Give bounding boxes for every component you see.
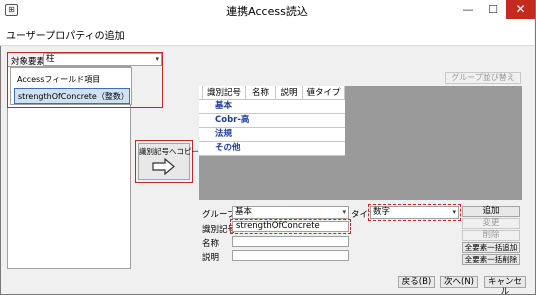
change-button[interactable]: 変更 (462, 218, 520, 229)
delete-all-button[interactable]: 全要素一括削除 (462, 254, 520, 265)
minimize-icon[interactable]: — (456, 1, 480, 19)
field-list-item-label: strengthOfConcrete（整数） (18, 92, 129, 101)
desc-label: 説明 (202, 253, 220, 263)
next-button[interactable]: 次へ(N) (440, 276, 478, 288)
page-title: ユーザープロパティの追加 (6, 31, 125, 42)
window-title: 連携Access読込 (226, 5, 308, 18)
back-button[interactable]: 戻る(B) (398, 276, 435, 288)
grid-header-id[interactable]: 識別記号 (203, 86, 246, 100)
target-element-select[interactable]: 柱 ▾ (43, 53, 162, 66)
chevron-down-icon: ▾ (452, 208, 456, 216)
chevron-down-icon: ▾ (342, 208, 346, 216)
group-select-value: 基本 (235, 207, 253, 217)
grid-row-group[interactable]: Cobr-高 (199, 114, 345, 128)
grid-header-desc[interactable]: 説明 (276, 86, 303, 100)
group-select[interactable]: 基本 ▾ (232, 206, 349, 219)
cancel-button[interactable]: キャンセル (484, 276, 526, 295)
name-label: 名称 (202, 239, 220, 249)
target-element-label: 対象要素 (11, 57, 46, 67)
close-icon[interactable]: ✕ (506, 0, 535, 19)
grid-row-group[interactable]: 基本 (199, 100, 345, 114)
delete-button[interactable]: 削除 (462, 230, 520, 241)
group-reorder-button[interactable]: グループ並び替え (445, 72, 521, 84)
grid-row-group[interactable]: 法規 (199, 128, 345, 142)
type-select[interactable]: 数字 ▾ (370, 206, 459, 219)
target-element-value: 柱 (46, 54, 55, 64)
copy-to-id-label: 識別記号へコピー (139, 147, 199, 156)
maximize-icon[interactable]: ☐ (481, 1, 505, 19)
chevron-down-icon: ▾ (155, 55, 159, 63)
add-button[interactable]: 追加 (462, 206, 520, 217)
type-select-value: 数字 (373, 207, 391, 217)
arrow-right-icon (152, 157, 175, 176)
id-input[interactable]: strengthOfConcrete (232, 221, 349, 232)
grid-header-type[interactable]: 値タイプ (303, 86, 345, 100)
copy-to-id-button[interactable]: 識別記号へコピー (138, 143, 199, 180)
name-input[interactable] (232, 236, 349, 247)
desc-input[interactable] (232, 250, 349, 261)
add-all-button[interactable]: 全要素一括追加 (462, 242, 520, 253)
grid-row-group[interactable]: その他 (199, 142, 345, 156)
field-list-title: Accessフィールド項目 (17, 75, 101, 84)
grid-header-name[interactable]: 名称 (246, 86, 276, 100)
